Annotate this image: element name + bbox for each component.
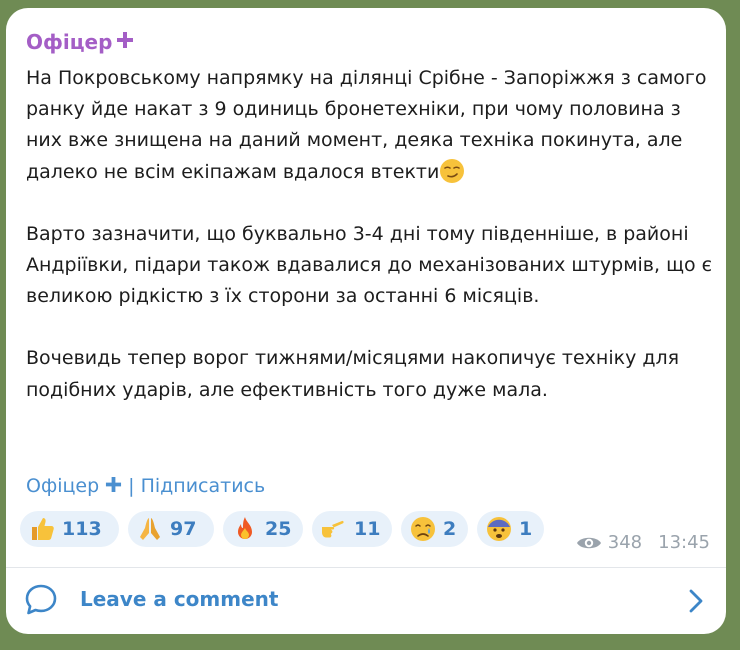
thumbs-up-icon [32, 518, 54, 540]
signature-channel-link[interactable]: Офіцер [26, 475, 99, 497]
reactions-bar: 113 97 25 11 2 1 [20, 511, 544, 547]
reaction-crying-face[interactable]: 2 [401, 511, 468, 547]
pointing-hand-icon [322, 520, 344, 538]
paragraph-1-text: На Покровському напрямку на ділянці Сріб… [26, 67, 707, 183]
eye-icon [576, 537, 601, 548]
post-paragraph-2: Варто зазначити, що буквально 3-4 дні то… [26, 222, 713, 308]
reaction-thumbs-up[interactable]: 113 [20, 511, 119, 547]
signature: Офіцер | Підписатись [26, 474, 265, 498]
signature-separator: | [128, 475, 135, 497]
author-name[interactable]: Офіцер [26, 30, 112, 54]
crying-face-icon [411, 517, 435, 541]
reaction-fire[interactable]: 25 [223, 511, 303, 547]
reaction-count: 113 [62, 518, 102, 540]
smirking-face-icon [440, 158, 465, 183]
subscribe-link[interactable]: Підписатись [141, 475, 266, 497]
message-card: Офіцер На Покровському напрямку на ділян… [6, 8, 726, 634]
reaction-pointing-hand[interactable]: 11 [312, 511, 392, 547]
reaction-anxious-face[interactable]: 1 [477, 511, 544, 547]
reaction-count: 25 [265, 518, 292, 540]
reaction-count: 2 [443, 518, 457, 540]
post-paragraph-3: Вочевидь тепер ворог тижнями/місяцями на… [26, 347, 680, 401]
post-text: На Покровському напрямку на ділянці Сріб… [26, 63, 716, 406]
post-author[interactable]: Офіцер [26, 30, 134, 54]
anxious-face-icon [487, 517, 511, 541]
reaction-count: 97 [170, 518, 197, 540]
reaction-praying-hands[interactable]: 97 [128, 511, 214, 547]
views-counter: 348 [576, 532, 642, 553]
leave-comment-label: Leave a comment [80, 587, 279, 611]
fire-icon [238, 517, 252, 539]
leave-comment-button[interactable]: Leave a comment [6, 568, 726, 634]
signature-plus-icon [105, 474, 122, 498]
praying-hands-icon [140, 518, 160, 540]
comment-bubble-icon [25, 584, 57, 615]
chevron-right-icon [689, 589, 703, 613]
message-time: 13:45 [658, 532, 710, 553]
plus-icon [116, 31, 134, 54]
reaction-count: 1 [519, 518, 533, 540]
reaction-count: 11 [354, 518, 381, 540]
post-paragraph-1: На Покровському напрямку на ділянці Сріб… [26, 63, 716, 188]
views-count: 348 [607, 532, 643, 553]
message-meta: 348 13:45 [576, 532, 710, 553]
